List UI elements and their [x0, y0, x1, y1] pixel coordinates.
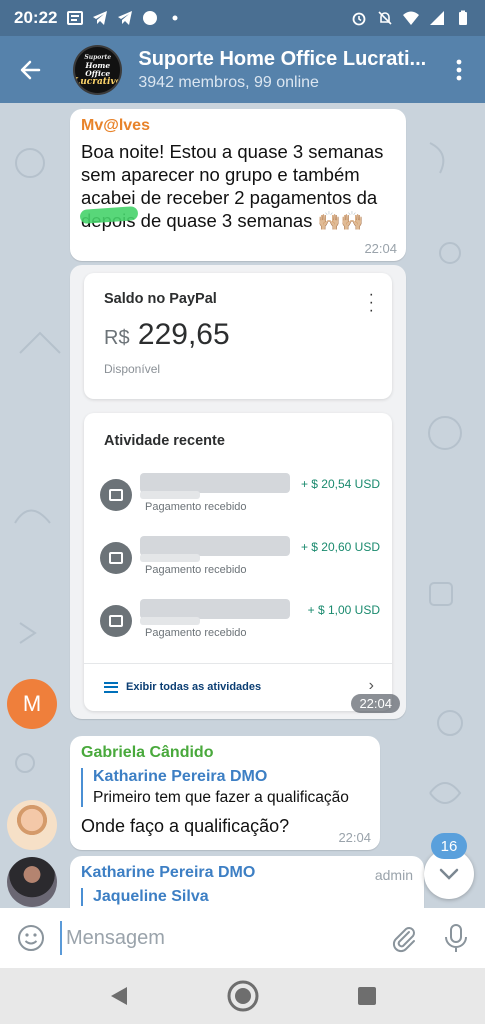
chevron-down-icon	[439, 868, 459, 880]
message-time: 22:04	[364, 241, 397, 256]
chat-title: Suporte Home Office Lucrati...	[138, 47, 427, 70]
attach-icon	[392, 927, 415, 953]
balance-title: Saldo no PayPal	[104, 291, 217, 307]
more-menu-button[interactable]	[434, 36, 485, 103]
image-time: 22:04	[351, 694, 400, 713]
signal-icon	[429, 10, 445, 26]
nav-recents-icon	[357, 987, 376, 1005]
activity-label: Pagamento recebido	[145, 564, 247, 576]
blurred-name	[140, 473, 290, 493]
admin-badge: admin	[374, 867, 413, 883]
message-time: 22:04	[338, 830, 371, 845]
list-icon	[104, 681, 118, 693]
status-time: 20:22	[14, 8, 58, 27]
nav-home-button[interactable]	[225, 978, 261, 1014]
balance-amount: R$ 229,65	[104, 318, 372, 352]
message-bubble[interactable]: Gabriela Cândido Katharine Pereira DMO P…	[70, 736, 380, 850]
activity-label: Pagamento recebido	[145, 501, 247, 513]
paypal-activity-card: Atividade recente Pagamento recebido + $…	[84, 413, 392, 711]
system-nav-bar	[0, 968, 485, 1024]
mic-button[interactable]	[443, 923, 469, 953]
unread-count-badge[interactable]: 16	[431, 833, 467, 859]
message-input[interactable]	[60, 921, 360, 955]
bank-icon	[100, 479, 132, 511]
telegram-icon	[92, 10, 108, 26]
chevron-right-icon: ›	[368, 677, 374, 694]
back-arrow-icon	[20, 60, 40, 79]
currency-symbol: R$	[104, 327, 130, 349]
chat-subtitle: 3942 membros, 99 online	[138, 73, 319, 91]
attach-button[interactable]	[389, 923, 419, 953]
dot-icon	[167, 10, 183, 26]
chat-header: Suporte Home Office Lucrativo Suporte Ho…	[0, 36, 485, 103]
chat-area[interactable]: Mv@lves Boa noite! Estou a quase 3 seman…	[0, 103, 485, 908]
message-text: Onde faço a qualificação?	[81, 816, 290, 836]
status-bar: 20:22	[0, 0, 485, 36]
blurred-date	[140, 554, 200, 562]
activity-row: Pagamento recebido + $ 1,00 USD	[100, 599, 380, 647]
nav-back-button[interactable]	[101, 978, 137, 1014]
composer	[0, 908, 485, 968]
reply-author: Jaqueline Silva	[93, 888, 209, 905]
avatar[interactable]	[7, 857, 57, 907]
notification-icon	[67, 10, 84, 26]
blurred-date	[140, 491, 200, 499]
reply-text: Primeiro tem que fazer a qualificação	[93, 789, 349, 806]
chat-title-area[interactable]: Suporte Home Office Lucrati... 3942 memb…	[138, 48, 433, 92]
paypal-balance-card: Saldo no PayPal R$ 229,65 Disponível · · ·	[84, 273, 392, 399]
message-bubble[interactable]: Mv@lves Boa noite! Estou a quase 3 seman…	[70, 109, 406, 261]
divider	[84, 663, 392, 664]
blurred-name	[140, 536, 290, 556]
blurred-name	[140, 599, 290, 619]
activity-amount: + $ 20,60 USD	[300, 540, 380, 554]
kebab-icon: · · ·	[368, 286, 374, 319]
mic-icon	[445, 924, 467, 952]
bank-icon	[100, 605, 132, 637]
telegram-icon-2	[117, 10, 133, 26]
nav-home-icon	[227, 980, 258, 1012]
activity-amount: + $ 1,00 USD	[307, 603, 380, 617]
wifi-icon	[403, 10, 419, 26]
mute-icon	[377, 10, 393, 26]
avatar[interactable]	[7, 800, 57, 850]
battery-icon	[455, 10, 471, 26]
emoji-button[interactable]	[16, 923, 46, 953]
reply-author: Katharine Pereira DMO	[93, 768, 268, 785]
circle-icon	[142, 10, 158, 26]
nav-recents-button[interactable]	[349, 978, 385, 1014]
activity-title: Atividade recente	[104, 433, 225, 449]
bank-icon	[100, 542, 132, 574]
emoji-icon	[18, 925, 44, 951]
alarm-icon	[351, 10, 367, 26]
sender-name[interactable]: Mv@lves	[81, 117, 395, 135]
activity-amount: + $ 20,54 USD	[300, 477, 380, 491]
view-all-activity: Exibir todas as atividades	[104, 681, 261, 693]
sender-name[interactable]: Gabriela Cândido	[81, 744, 369, 762]
avatar[interactable]: M	[7, 679, 57, 729]
reply-quote[interactable]: Katharine Pereira DMO Primeiro tem que f…	[81, 768, 369, 807]
reply-quote[interactable]: Jaqueline Silva	[81, 888, 413, 906]
more-vert-icon	[456, 59, 462, 80]
group-avatar[interactable]: Suporte Home Office Lucrativo	[73, 44, 123, 95]
message-bubble[interactable]: Katharine Pereira DMO admin Jaqueline Si…	[70, 856, 424, 908]
sender-name[interactable]: Katharine Pereira DMO	[81, 864, 413, 882]
amount-value: 229,65	[137, 318, 230, 351]
back-button[interactable]	[0, 36, 59, 103]
blurred-date	[140, 617, 200, 625]
activity-label: Pagamento recebido	[145, 627, 247, 639]
available-label: Disponível	[104, 362, 161, 376]
view-all-label: Exibir todas as atividades	[126, 681, 262, 693]
image-message[interactable]: Saldo no PayPal R$ 229,65 Disponível · · ·…	[70, 265, 406, 719]
activity-row: Pagamento recebido + $ 20,54 USD	[100, 473, 380, 521]
nav-back-icon	[110, 987, 127, 1005]
activity-row: Pagamento recebido + $ 20,60 USD	[100, 536, 380, 584]
